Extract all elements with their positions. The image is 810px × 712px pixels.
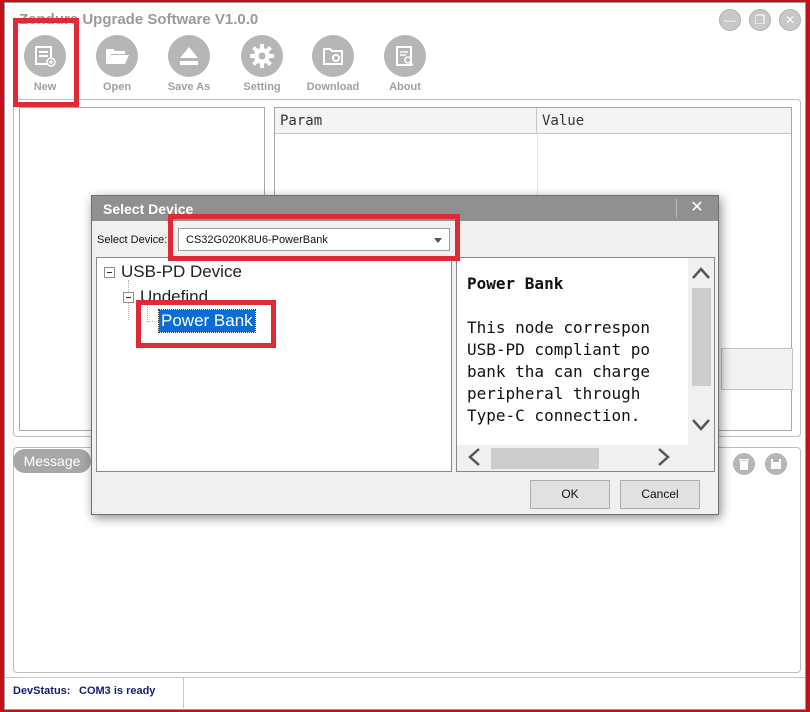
setting-label: Setting: [243, 81, 281, 93]
param-column-header[interactable]: Param: [275, 108, 537, 133]
description-line: bank tha can charge: [467, 362, 651, 381]
status-bar: DevStatus: COM3 is ready: [5, 677, 805, 708]
gear-icon: [241, 35, 283, 77]
about-button[interactable]: About: [375, 35, 435, 93]
device-description-pane: Power Bank This node correspon USB-PD co…: [456, 257, 715, 472]
eject-save-icon: [168, 35, 210, 77]
device-tree[interactable]: USB-PD Device Undefind Power Bank: [96, 257, 452, 472]
status-value: COM3 is ready: [79, 685, 156, 697]
close-button[interactable]: ✕: [779, 9, 801, 31]
tree-line: [147, 321, 159, 322]
description-body: This node correspon USB-PD compliant po …: [467, 317, 650, 427]
about-document-icon: [384, 35, 426, 77]
new-label: New: [33, 81, 57, 93]
tree-line: [147, 304, 148, 322]
status-label: DevStatus:: [13, 685, 71, 697]
dialog-close-button[interactable]: ✕: [682, 197, 712, 219]
root-collapse-icon[interactable]: [104, 267, 115, 278]
save-icon[interactable]: [765, 453, 787, 475]
scroll-up-icon[interactable]: [690, 262, 712, 284]
scroll-left-icon[interactable]: [463, 447, 485, 471]
description-line: USB-PD compliant po: [467, 340, 651, 359]
message-tab[interactable]: Message: [13, 449, 91, 473]
scroll-right-icon[interactable]: [653, 447, 675, 471]
save-as-button[interactable]: Save As: [159, 35, 219, 93]
download-folder-icon: [312, 35, 354, 77]
value-column-header[interactable]: Value: [537, 108, 584, 133]
about-label: About: [389, 81, 421, 93]
tree-node-undefind[interactable]: Undefind: [140, 287, 208, 307]
download-button[interactable]: Download: [303, 35, 363, 93]
new-button[interactable]: New: [15, 35, 75, 93]
new-document-icon: [24, 35, 66, 77]
ok-button[interactable]: OK: [530, 480, 610, 509]
grid-value-box: [721, 348, 793, 390]
description-line: This node correspon: [467, 318, 651, 337]
cancel-button[interactable]: Cancel: [620, 480, 700, 509]
vertical-scrollbar[interactable]: [688, 258, 714, 446]
chevron-down-icon[interactable]: [434, 238, 442, 243]
param-grid-header: Param Value: [275, 108, 791, 134]
dialog-title: Select Device: [103, 201, 194, 217]
minimize-button[interactable]: —: [719, 9, 741, 31]
folder-open-icon: [96, 35, 138, 77]
tree-node-power-bank[interactable]: Power Bank: [158, 309, 256, 333]
save-as-label: Save As: [167, 81, 211, 93]
restore-button[interactable]: ❐: [749, 9, 771, 31]
open-button[interactable]: Open: [87, 35, 147, 93]
description-line: Type-C connection.: [467, 406, 641, 425]
download-label: Download: [306, 81, 360, 93]
tree-node-usb-pd-device[interactable]: USB-PD Device: [121, 262, 242, 282]
vertical-scroll-thumb[interactable]: [692, 288, 711, 386]
description-line: peripheral through: [467, 384, 641, 403]
description-title: Power Bank: [467, 274, 564, 293]
title-divider: [676, 199, 677, 218]
horizontal-scrollbar[interactable]: [457, 445, 714, 471]
device-select-dropdown[interactable]: CS32G020K8U6-PowerBank: [178, 228, 450, 251]
setting-button[interactable]: Setting: [232, 35, 292, 93]
grid-column-divider: [537, 134, 538, 204]
status-divider: [183, 678, 184, 708]
open-label: Open: [102, 81, 132, 93]
select-device-label: Select Device:: [97, 234, 168, 246]
select-device-dialog: Select Device ✕ Select Device: CS32G020K…: [91, 195, 719, 515]
trash-icon[interactable]: [733, 453, 755, 475]
child-collapse-icon[interactable]: [123, 292, 134, 303]
app-title: Zendure Upgrade Software V1.0.0: [19, 11, 259, 28]
device-select-value: CS32G020K8U6-PowerBank: [186, 234, 328, 246]
scroll-down-icon[interactable]: [690, 414, 712, 436]
horizontal-scroll-thumb[interactable]: [491, 448, 599, 469]
dialog-title-bar: Select Device ✕: [92, 196, 718, 221]
